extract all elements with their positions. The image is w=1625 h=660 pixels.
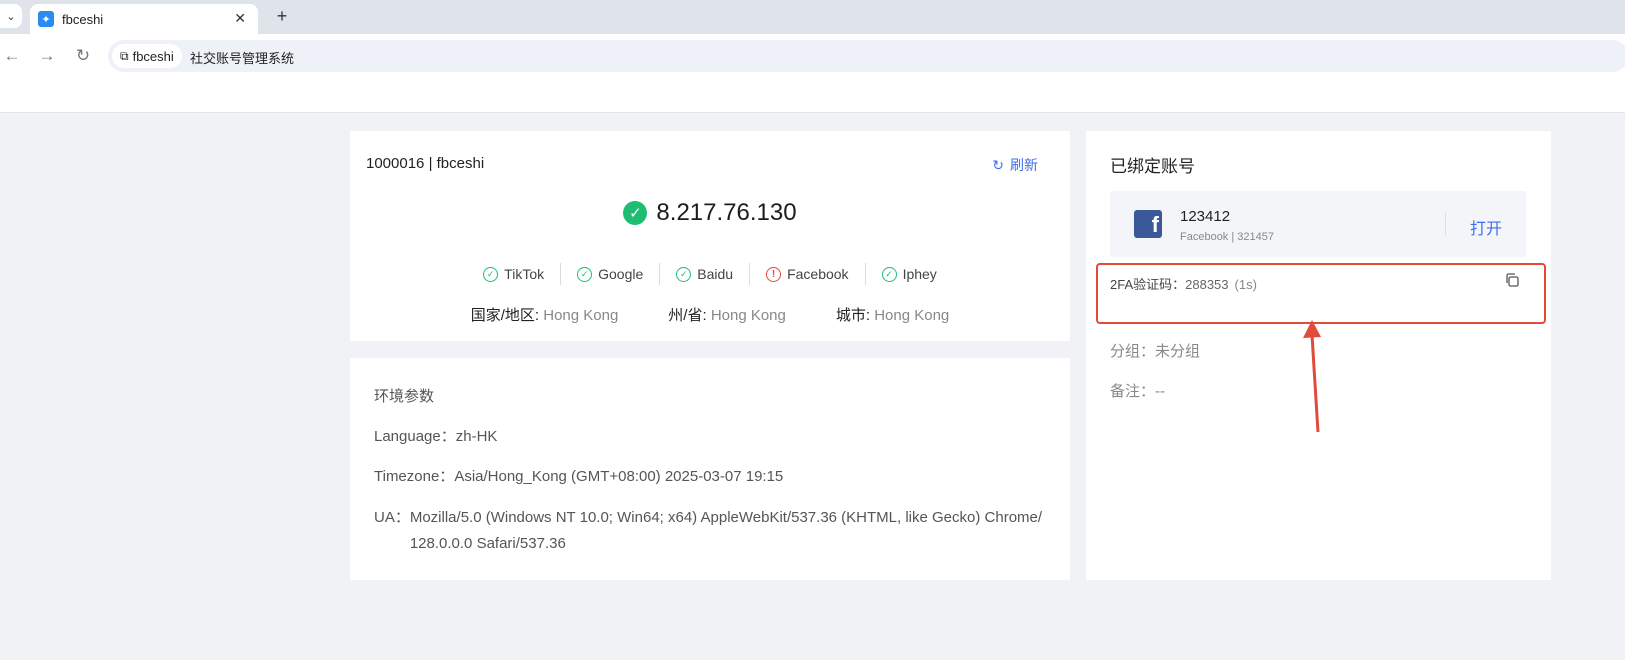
site-favicon-icon: ✦ <box>38 11 54 27</box>
check-item-facebook: ! Facebook <box>749 263 864 285</box>
tab-title: fbceshi <box>62 11 104 27</box>
ok-check-icon: ✓ <box>676 266 692 282</box>
group-row: 分组：未分组 <box>1110 340 1200 361</box>
site-chip-label: fbceshi <box>132 48 174 64</box>
timezone-label: Timezone： <box>374 468 455 485</box>
env-title: 环境参数 <box>374 388 435 405</box>
check-label: Google <box>598 266 644 282</box>
reload-icon[interactable]: ↻ <box>72 45 94 67</box>
ip-row: ✓ 8.217.76.130 <box>350 199 1070 227</box>
open-account-button[interactable]: 打开 <box>1470 215 1502 239</box>
location-row: 国家/地区: Hong Kong 州/省: Hong Kong 城市: Hong… <box>350 304 1070 325</box>
country-value: Hong Kong <box>543 307 619 324</box>
annotation-highlight-box <box>1096 263 1546 324</box>
browser-tab-strip: ⌄ ✦ fbceshi ✕ + <box>0 0 1625 34</box>
profile-ip-card: 1000016 | fbceshi ↻ 刷新 ✓ 8.217.76.130 ✓ … <box>350 131 1070 341</box>
back-arrow-icon[interactable]: ← <box>1 45 23 67</box>
location-country: 国家/地区: Hong Kong <box>471 304 619 325</box>
check-item-baidu: ✓ Baidu <box>659 263 749 285</box>
ok-check-icon: ✓ <box>577 266 593 282</box>
city-label: 城市: <box>835 307 871 324</box>
bound-accounts-card: 已绑定账号 f 123412 Facebook | 321457 打开 2FA验… <box>1086 131 1551 580</box>
check-circle-icon: ✓ <box>623 201 648 225</box>
group-value: 未分组 <box>1155 343 1201 360</box>
ok-check-icon: ✓ <box>483 266 499 282</box>
note-value: -- <box>1155 383 1166 400</box>
ip-address: 8.217.76.130 <box>656 199 797 226</box>
province-label: 州/省: <box>668 307 707 324</box>
check-item-google: ✓ Google <box>560 263 659 285</box>
check-item-iphey: ✓ Iphey <box>864 263 953 285</box>
profile-title: 1000016 | fbceshi <box>366 155 485 172</box>
browser-toolbar: ← → ↻ ⧉ fbceshi 社交账号管理系统 <box>0 34 1625 78</box>
page-title-text: 社交账号管理系统 <box>190 51 295 66</box>
group-label: 分组： <box>1110 343 1156 360</box>
check-label: Facebook <box>787 266 849 282</box>
address-bar[interactable]: ⧉ fbceshi 社交账号管理系统 <box>108 40 1625 72</box>
bound-accounts-title: 已绑定账号 <box>1110 157 1195 176</box>
location-province: 州/省: Hong Kong <box>668 304 786 325</box>
account-name: 123412 <box>1180 208 1231 225</box>
browser-tab[interactable]: ✦ fbceshi ✕ <box>30 4 258 34</box>
forward-arrow-icon[interactable]: → <box>36 45 58 67</box>
error-info-icon: ! <box>766 266 782 282</box>
check-label: Baidu <box>697 266 734 282</box>
page-header-strip <box>0 78 1625 113</box>
check-label: TikTok <box>504 266 545 282</box>
tab-search-chevron-icon[interactable]: ⌄ <box>0 4 22 28</box>
site-chip-icon: ⧉ <box>120 48 129 63</box>
refresh-label: 刷新 <box>1010 157 1038 173</box>
note-row: 备注：-- <box>1110 380 1165 401</box>
city-value: Hong Kong <box>874 307 950 324</box>
env-language: Language：zh-HK <box>374 425 497 446</box>
tab-close-icon[interactable]: ✕ <box>234 10 246 27</box>
refresh-icon: ↻ <box>992 156 1004 173</box>
check-label: Iphey <box>902 266 937 282</box>
site-checks: ✓ TikTok ✓ Google ✓ Baidu ! Facebook ✓ I… <box>350 263 1070 285</box>
country-label: 国家/地区: <box>470 307 540 324</box>
province-value: Hong Kong <box>710 307 786 324</box>
environment-card: 环境参数 Language：zh-HK Timezone：Asia/Hong_K… <box>350 358 1070 580</box>
bound-account-item: f 123412 Facebook | 321457 打开 <box>1110 191 1526 257</box>
language-value: zh-HK <box>455 428 498 445</box>
location-city: 城市: Hong Kong <box>836 304 949 325</box>
divider <box>1445 213 1446 235</box>
ua-value: Mozilla/5.0 (Windows NT 10.0; Win64; x64… <box>409 509 1043 552</box>
check-item-tiktok: ✓ TikTok <box>467 263 560 285</box>
ok-check-icon: ✓ <box>881 266 897 282</box>
env-ua: UA： Mozilla/5.0 (Windows NT 10.0; Win64;… <box>374 505 1044 557</box>
env-timezone: Timezone：Asia/Hong_Kong (GMT+08:00) 2025… <box>374 465 783 486</box>
site-info-chip[interactable]: ⧉ fbceshi <box>112 44 182 68</box>
refresh-button[interactable]: ↻ 刷新 <box>992 155 1038 175</box>
new-tab-button[interactable]: + <box>270 4 294 28</box>
facebook-logo-icon: f <box>1134 210 1162 238</box>
language-label: Language： <box>374 428 456 445</box>
note-label: 备注： <box>1110 383 1156 400</box>
timezone-value: Asia/Hong_Kong (GMT+08:00) 2025-03-07 19… <box>454 468 784 485</box>
account-subtitle: Facebook | 321457 <box>1180 231 1274 243</box>
ua-label: UA： <box>374 509 410 526</box>
